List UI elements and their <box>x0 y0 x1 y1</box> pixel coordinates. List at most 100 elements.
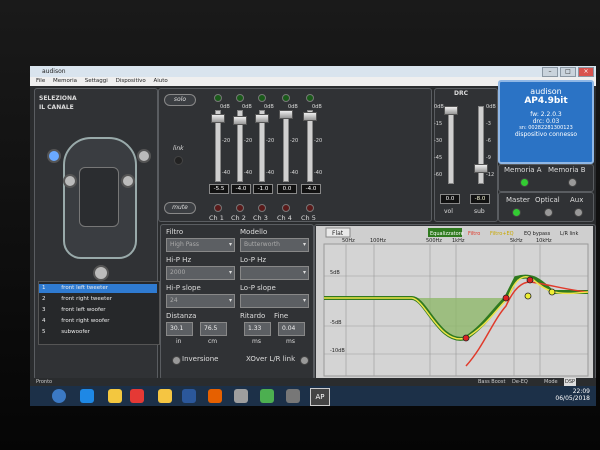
gain-value-ch5[interactable]: -4.0 <box>301 184 321 194</box>
settings-icon[interactable] <box>234 389 248 403</box>
input-master-radio[interactable] <box>512 208 521 217</box>
drc-vol-fader-knob[interactable] <box>444 106 458 115</box>
distanza-in-field[interactable]: 30.1 <box>166 322 193 336</box>
mute-led-ch3[interactable] <box>258 204 266 212</box>
audison-app-taskbar-button[interactable]: AP <box>310 388 330 406</box>
memory-a-radio[interactable] <box>520 178 529 187</box>
solo-led-ch3[interactable] <box>258 94 266 102</box>
eq-handle-1[interactable] <box>502 294 510 302</box>
menu-dispositivo[interactable]: Dispositivo <box>116 78 146 84</box>
scale-20-ch3: -20 <box>266 138 275 144</box>
subwoofer-icon[interactable] <box>93 265 109 281</box>
inversione-checkbox[interactable] <box>172 356 181 365</box>
channel-select-title-1: SELEZIONA <box>39 95 77 102</box>
channel-list: 1 front left tweeter 2 front right tweet… <box>38 281 160 345</box>
unit-ms-label-1: ms <box>252 338 261 345</box>
drc-title: DRC <box>454 90 469 97</box>
input-optical-radio[interactable] <box>544 208 553 217</box>
channel-list-item-2[interactable]: 2 front right tweeter <box>39 295 157 304</box>
memory-b-radio[interactable] <box>568 178 577 187</box>
minimize-button[interactable]: – <box>542 67 558 77</box>
eq-handle-2[interactable] <box>526 276 534 284</box>
firefox-icon[interactable] <box>208 389 222 403</box>
filtro-label: Filtro <box>166 228 184 236</box>
modello-select[interactable]: Butterworth ▾ <box>240 238 309 252</box>
distanza-cm-field[interactable]: 76.5 <box>200 322 227 336</box>
eq-freq-label-0: 50Hz <box>342 238 355 244</box>
mute-led-ch5[interactable] <box>306 204 314 212</box>
windows-start-icon[interactable] <box>52 389 66 403</box>
menu-memoria[interactable]: Memoria <box>53 78 77 84</box>
mode-value[interactable]: DSP <box>564 378 577 386</box>
scale-20-ch4: -20 <box>290 138 299 144</box>
ritardo-field[interactable]: 1.33 <box>244 322 271 336</box>
solo-led-ch2[interactable] <box>236 94 244 102</box>
status-bar: Pronto Bass Boost De-EQ Mode DSP <box>30 378 596 386</box>
lop-hz-select[interactable]: ▾ <box>240 266 309 280</box>
eq-db-label-0: 5dB <box>330 270 340 276</box>
eq-handle-0[interactable] <box>462 334 470 342</box>
close-button[interactable]: × <box>578 67 594 77</box>
fader-knob-ch4[interactable] <box>279 110 293 119</box>
gain-value-ch4[interactable]: 0.0 <box>277 184 297 194</box>
menu-aiuto[interactable]: Aiuto <box>154 78 168 84</box>
menu-file[interactable]: File <box>36 78 45 84</box>
lr-link-label[interactable]: L/R link <box>560 231 578 237</box>
solo-led-ch1[interactable] <box>214 94 222 102</box>
channel-list-item-1[interactable]: 1 front left tweeter <box>39 284 157 293</box>
ch-label-1: Ch 1 <box>209 214 224 222</box>
front-right-speaker-icon[interactable] <box>137 149 151 163</box>
eq-handle-4[interactable] <box>548 288 556 296</box>
hip-slope-select[interactable]: 24 ▾ <box>166 294 235 308</box>
clock-time: 22:09 <box>572 388 590 395</box>
file-explorer-icon[interactable] <box>108 389 122 403</box>
xover-checkbox[interactable] <box>300 356 309 365</box>
menu-settaggi[interactable]: Settaggi <box>85 78 108 84</box>
gain-value-ch1[interactable]: -5.5 <box>209 184 229 194</box>
mute-led-ch1[interactable] <box>214 204 222 212</box>
eq-freq-label-1: 100Hz <box>370 238 386 244</box>
front-right-woofer-icon[interactable] <box>121 174 135 188</box>
filtro-legend-label[interactable]: Filtro <box>468 231 480 237</box>
gain-value-ch2[interactable]: -4.0 <box>231 184 251 194</box>
filtro-eq-legend-label[interactable]: Filtro+EQ <box>490 231 514 237</box>
photos-icon[interactable] <box>260 389 274 403</box>
solo-button[interactable]: solo <box>164 94 196 106</box>
memory-b-label: Memoria B <box>548 166 586 174</box>
car-diagram <box>63 137 137 259</box>
solo-led-ch5[interactable] <box>306 94 314 102</box>
channel-list-item-4[interactable]: 4 front right woofer <box>39 317 157 326</box>
mute-led-ch2[interactable] <box>236 204 244 212</box>
eq-bypass-label[interactable]: EQ bypass <box>524 231 551 237</box>
drc-vol-value[interactable]: 0.0 <box>440 194 460 204</box>
mute-button[interactable]: mute <box>164 202 196 214</box>
channel-list-item-3[interactable]: 3 front left woofer <box>39 306 157 315</box>
mute-led-ch4[interactable] <box>282 204 290 212</box>
fader-knob-ch1[interactable] <box>211 114 225 123</box>
chrome-icon[interactable] <box>130 389 144 403</box>
device-fw: fw: 2.2.0.3 <box>530 111 562 118</box>
word-icon[interactable] <box>182 389 196 403</box>
solo-led-ch4[interactable] <box>282 94 290 102</box>
front-left-woofer-icon[interactable] <box>63 174 77 188</box>
ie-icon[interactable] <box>80 389 94 403</box>
input-aux-radio[interactable] <box>574 208 583 217</box>
front-left-speaker-icon[interactable] <box>47 149 61 163</box>
maximize-button[interactable]: □ <box>560 67 576 77</box>
gain-value-ch3[interactable]: -1.0 <box>253 184 273 194</box>
fader-knob-ch2[interactable] <box>233 116 247 125</box>
fader-knob-ch5[interactable] <box>303 112 317 121</box>
folder-icon[interactable] <box>158 389 172 403</box>
fine-field[interactable]: 0.04 <box>278 322 305 336</box>
clock-date: 06/05/2018 <box>555 395 590 402</box>
lop-slope-select[interactable]: ▾ <box>240 294 309 308</box>
channel-list-item-5[interactable]: 5 subwoofer <box>39 328 157 337</box>
eq-handle-3[interactable] <box>524 292 532 300</box>
eq-curve-svg[interactable]: 50Hz 100Hz 500Hz 1kHz 5kHz 10kHz 5dB -5dB -10dB F… <box>316 226 593 381</box>
network-icon[interactable] <box>286 389 300 403</box>
hip-hz-select[interactable]: 2000 ▾ <box>166 266 235 280</box>
link-checkbox[interactable] <box>174 156 183 165</box>
filtro-select[interactable]: High Pass ▾ <box>166 238 235 252</box>
fader-knob-ch3[interactable] <box>255 114 269 123</box>
drc-sub-value[interactable]: -8.0 <box>470 194 490 204</box>
